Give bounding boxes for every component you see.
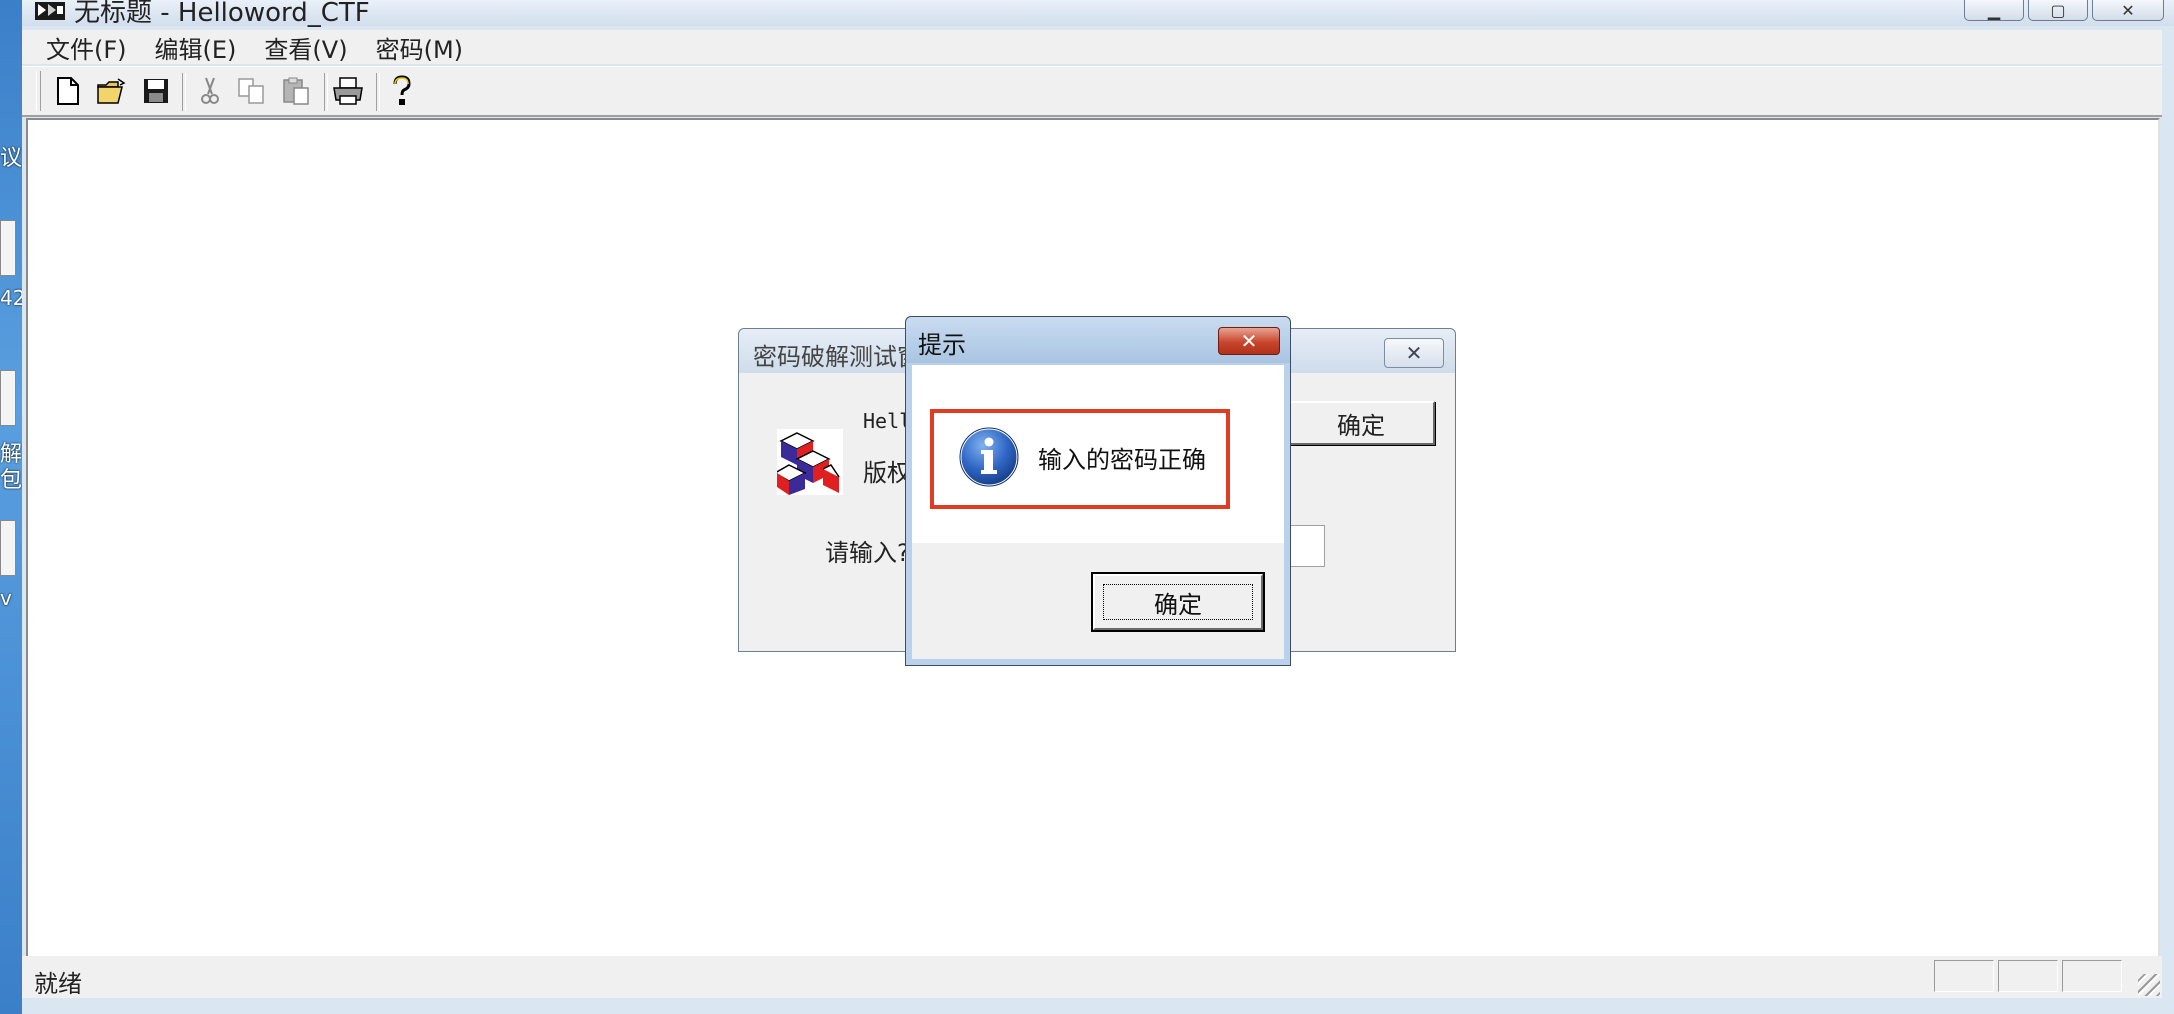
app-icon: [35, 2, 65, 20]
message-box-title-bar[interactable]: 提示 ✕: [906, 317, 1290, 363]
status-pane: [1998, 960, 2058, 992]
menu-file[interactable]: 文件(F): [46, 30, 127, 65]
save-icon[interactable]: [140, 74, 172, 108]
menu-edit[interactable]: 编辑(E): [155, 30, 237, 65]
toolbar-separator: [182, 73, 186, 111]
desktop-file-icon[interactable]: [0, 220, 16, 276]
window-title: 无标题 - Helloword_CTF: [74, 0, 370, 28]
close-button[interactable]: ✕: [2092, 0, 2164, 21]
toolbar-grip[interactable]: [36, 71, 41, 111]
status-bar: 就绪: [22, 956, 2162, 998]
new-file-icon[interactable]: [52, 74, 84, 108]
menu-view[interactable]: 查看(V): [264, 30, 347, 65]
title-bar[interactable]: 无标题 - Helloword_CTF ▁ ▢ ✕: [22, 0, 2174, 28]
dialog-title: 密码破解测试窗: [753, 343, 921, 371]
toolbar: [22, 66, 2162, 117]
paste-icon[interactable]: [280, 74, 312, 108]
maximize-button[interactable]: ▢: [2028, 0, 2088, 21]
help-icon[interactable]: [386, 74, 418, 108]
password-input[interactable]: [1287, 525, 1325, 567]
message-box-ok-button[interactable]: 确定: [1091, 572, 1265, 632]
desktop-file-icon[interactable]: [0, 370, 16, 426]
desktop-icon-label[interactable]: 议: [0, 140, 22, 172]
dialog-ok-button[interactable]: 确定: [1287, 401, 1435, 445]
dialog-close-button[interactable]: ✕: [1384, 338, 1444, 368]
dialog-copyright-text: 版权: [863, 459, 911, 487]
desktop-icon-label[interactable]: 42: [0, 286, 25, 310]
status-pane: [1934, 960, 1994, 992]
dialog-hello-text: Hell: [863, 409, 912, 433]
desktop-icon-label[interactable]: 包: [0, 462, 22, 494]
menu-bar: 文件(F) 编辑(E) 查看(V) 密码(M): [22, 30, 2162, 64]
toolbar-separator: [376, 73, 380, 111]
toolbar-separator: [324, 73, 328, 111]
print-icon[interactable]: [332, 74, 364, 108]
app-logo-icon: [777, 429, 843, 495]
status-pane: [2062, 960, 2122, 992]
focus-rectangle: [1103, 584, 1253, 620]
resize-grip[interactable]: [2138, 974, 2160, 996]
status-text: 就绪: [34, 970, 82, 998]
cut-icon[interactable]: [194, 74, 226, 108]
message-text: 输入的密码正确: [1038, 446, 1206, 474]
info-icon: [958, 426, 1020, 488]
dialog-password-prompt: 请输入?: [825, 539, 910, 567]
open-folder-icon[interactable]: [96, 74, 128, 108]
desktop-icon-label[interactable]: v: [0, 586, 22, 610]
message-box-title: 提示: [918, 331, 966, 359]
desktop-file-icon[interactable]: [0, 520, 16, 576]
message-box-close-button[interactable]: ✕: [1218, 327, 1280, 355]
minimize-button[interactable]: ▁: [1964, 0, 2024, 21]
menu-password[interactable]: 密码(M): [376, 30, 463, 65]
copy-icon[interactable]: [236, 74, 268, 108]
